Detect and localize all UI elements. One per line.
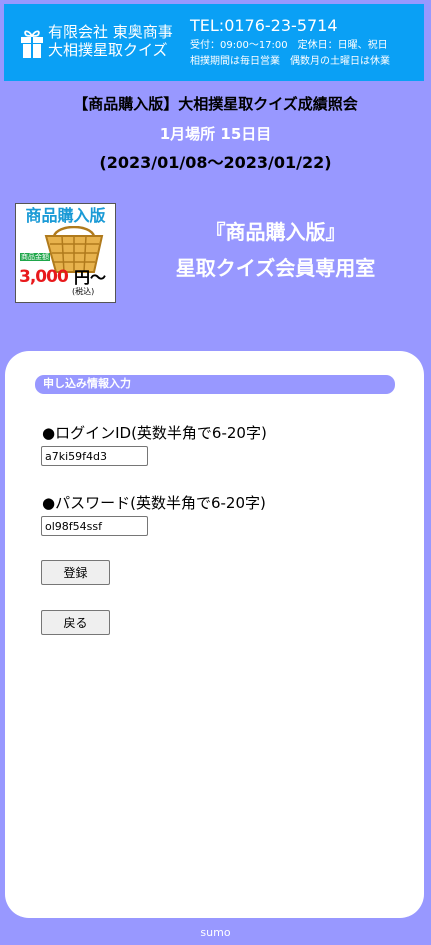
room-title: 『商品購入版』 xyxy=(205,220,346,244)
password-label: ●パスワード(英数半角で6-20字) xyxy=(42,494,266,512)
login-id-input[interactable] xyxy=(41,446,148,466)
register-button[interactable]: 登録 xyxy=(41,560,110,585)
form-panel: 申し込み情報入力 ●ログインID(英数半角で6-20字) ●パスワード(英数半角… xyxy=(5,351,424,918)
login-id-label: ●ログインID(英数半角で6-20字) xyxy=(42,424,267,442)
product-image-yen: 円〜 xyxy=(74,268,107,287)
site-header: 有限会社 東奥商事 大相撲星取クイズ TEL:0176-23-5714 受付：0… xyxy=(4,4,424,81)
product-image-tag: 商品金額 xyxy=(20,253,50,261)
back-button[interactable]: 戻る xyxy=(41,610,110,635)
password-input[interactable] xyxy=(41,516,148,536)
product-image: 商品購入版 商品金額 3,000 円〜 (税込) xyxy=(15,203,116,303)
gift-box-icon xyxy=(21,30,43,58)
product-image-price: 3,000 xyxy=(19,267,69,287)
event-title: 【商品購入版】大相撲星取クイズ成績照会 xyxy=(73,95,358,113)
company-subtitle: 大相撲星取クイズ xyxy=(48,41,168,59)
section-header: 申し込み情報入力 xyxy=(35,375,395,394)
event-date-range: (2023/01/08〜2023/01/22) xyxy=(99,153,332,172)
event-day: 1月場所 15日目 xyxy=(159,125,272,143)
room-subtitle: 星取クイズ会員専用室 xyxy=(175,256,376,280)
section-label: 申し込み情報入力 xyxy=(43,377,131,390)
business-hours: 受付：09:00〜17:00 定休日：日曜、祝日 xyxy=(190,40,388,51)
phone-number: TEL:0176-23-5714 xyxy=(190,16,338,35)
footer-text: sumo xyxy=(200,926,231,939)
product-image-title: 商品購入版 xyxy=(25,206,106,225)
business-period-note: 相撲期間は毎日営業 偶数月の土曜日は休業 xyxy=(190,56,390,67)
company-name: 有限会社 東奥商事 xyxy=(48,23,173,41)
product-image-tax: (税込) xyxy=(72,287,95,296)
